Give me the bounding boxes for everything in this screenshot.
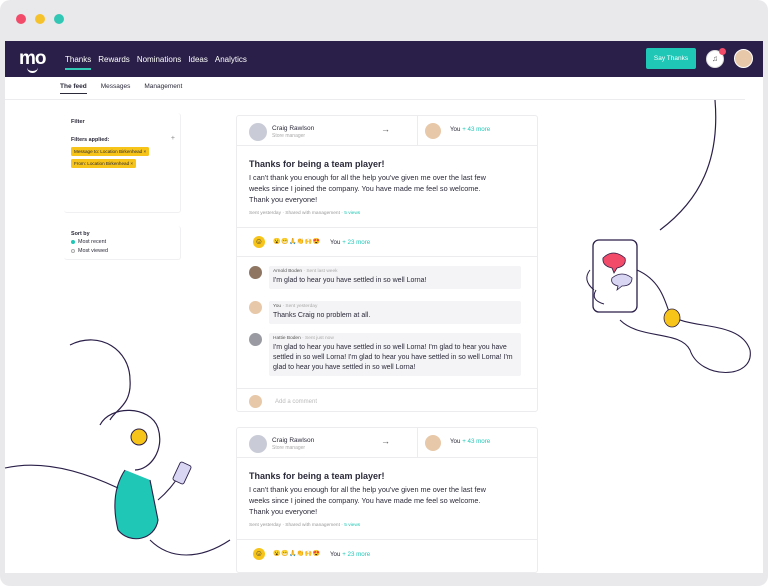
decorative-illustration: [4, 99, 751, 556]
browser-window: mo Thanks Rewards Nominations Ideas Anal…: [0, 0, 768, 586]
